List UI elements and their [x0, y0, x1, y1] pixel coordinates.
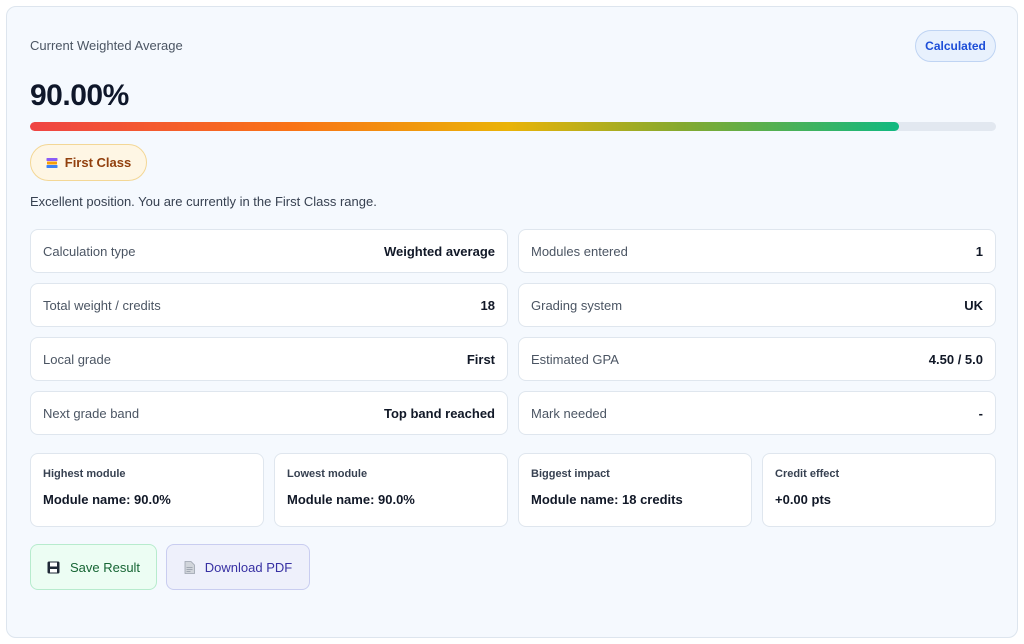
- stat-modules-entered: Modules entered 1: [518, 229, 996, 273]
- insight-lowest-module: Lowest module Module name: 90.0%: [274, 453, 508, 527]
- stat-value: UK: [964, 297, 983, 313]
- download-pdf-label: Download PDF: [204, 559, 293, 575]
- stat-value: -: [978, 405, 983, 421]
- insight-credit-effect: Credit effect +0.00 pts: [762, 453, 996, 527]
- stat-value: Weighted average: [383, 243, 495, 259]
- stat-key: Mark needed: [531, 405, 607, 421]
- stat-grading-system: Grading system UK: [518, 283, 996, 327]
- insight-body: Module name: 90.0%: [287, 492, 415, 507]
- document-icon: [184, 560, 195, 574]
- stat-total-weight: Total weight / credits 18: [30, 283, 508, 327]
- insight-highest-module: Highest module Module name: 90.0%: [30, 453, 264, 527]
- stat-key: Estimated GPA: [531, 351, 619, 367]
- books-icon: [46, 157, 58, 169]
- stat-key: Local grade: [43, 351, 111, 367]
- stat-key: Modules entered: [531, 243, 628, 259]
- insight-title: Highest module: [43, 468, 126, 480]
- insight-title: Credit effect: [775, 468, 840, 480]
- classification-description: Excellent position. You are currently in…: [30, 194, 377, 209]
- save-result-label: Save Result: [69, 559, 141, 575]
- average-value: 90.00%: [30, 79, 129, 112]
- stat-next-grade-band: Next grade band Top band reached: [30, 391, 508, 435]
- progress-fill: [30, 122, 900, 131]
- stat-value: First: [466, 351, 495, 367]
- classification-pill: First Class: [30, 144, 147, 181]
- stat-value: Top band reached: [384, 405, 495, 421]
- insight-biggest-impact: Biggest impact Module name: 18 credits: [518, 453, 752, 527]
- stat-local-grade: Local grade First: [30, 337, 508, 381]
- insight-title: Lowest module: [287, 468, 368, 480]
- classification-label: First Class: [64, 155, 132, 170]
- floppy-disk-icon: [47, 561, 60, 574]
- stat-value: 1: [975, 243, 983, 259]
- progress-bar: [30, 122, 996, 131]
- result-card: Current Weighted Average Calculated 90.0…: [6, 6, 1018, 638]
- stat-estimated-gpa: Estimated GPA 4.50 / 5.0: [518, 337, 996, 381]
- stat-calculation-type: Calculation type Weighted average: [30, 229, 508, 273]
- average-label: Current Weighted Average: [30, 38, 183, 53]
- stat-value: 18: [480, 297, 495, 313]
- stat-value: 4.50 / 5.0: [928, 351, 983, 367]
- insight-title: Biggest impact: [531, 468, 610, 480]
- save-result-button[interactable]: Save Result: [30, 544, 157, 590]
- insight-body: +0.00 pts: [775, 492, 832, 507]
- download-pdf-button[interactable]: Download PDF: [166, 544, 310, 590]
- stat-key: Calculation type: [43, 243, 136, 259]
- insight-body: Module name: 90.0%: [43, 492, 171, 507]
- stat-key: Grading system: [531, 297, 623, 313]
- stat-mark-needed: Mark needed -: [518, 391, 996, 435]
- status-badge: Calculated: [915, 30, 996, 62]
- insight-body: Module name: 18 credits: [531, 492, 683, 507]
- stat-key: Total weight / credits: [43, 297, 161, 313]
- stat-key: Next grade band: [43, 405, 140, 421]
